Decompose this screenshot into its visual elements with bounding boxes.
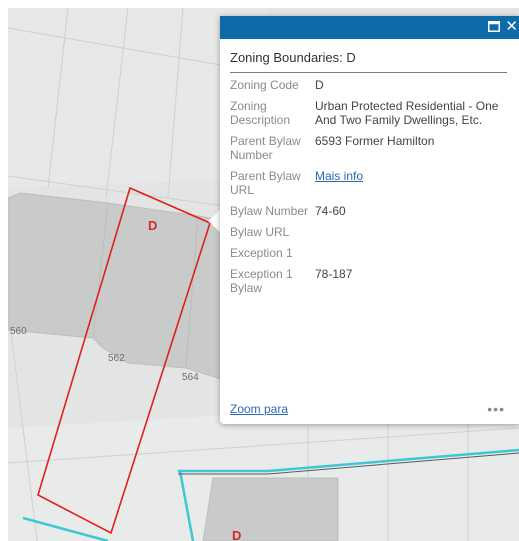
close-icon[interactable]: ✕ <box>505 19 518 35</box>
attribute-row: Parent Bylaw Number 6593 Former Hamilton <box>230 134 519 162</box>
attribute-row: Bylaw Number 74-60 <box>230 204 519 218</box>
attribute-key: Exception 1 Bylaw <box>230 267 293 295</box>
feature-popup: ✕ Zoning Boundaries: D Zoning Code D Zon… <box>220 16 519 424</box>
attribute-value: D <box>315 78 324 92</box>
attribute-key: Bylaw Number <box>230 204 309 218</box>
maximize-icon[interactable] <box>488 19 500 35</box>
attribute-row: Zoning Code D <box>230 78 519 92</box>
attribute-value <box>315 246 505 260</box>
popup-attributes: Zoning Code D Zoning Description Urban P… <box>220 73 519 295</box>
popup-title: Zoning Boundaries: D <box>230 50 507 73</box>
zone-label: D <box>148 218 158 233</box>
attribute-key: Zoning Description <box>230 99 291 127</box>
attribute-row: Exception 1 Bylaw 78-187 <box>230 267 519 295</box>
zone-label-bottom: D <box>232 528 242 541</box>
attribute-value <box>315 225 505 239</box>
attribute-key: Parent Bylaw Number <box>230 134 301 162</box>
attribute-value: 78-187 <box>315 267 353 281</box>
attribute-key: Bylaw URL <box>230 225 290 239</box>
attribute-row: Bylaw URL <box>230 225 519 239</box>
attribute-key: Exception 1 <box>230 246 293 260</box>
attribute-value: 74-60 <box>315 204 346 218</box>
attribute-value: 6593 Former Hamilton <box>315 134 435 148</box>
popup-footer: Zoom para ••• <box>230 401 505 417</box>
attribute-row: Parent Bylaw URL Mais info <box>230 169 519 197</box>
parcel-number: 562 <box>108 353 125 364</box>
more-info-link[interactable]: Mais info <box>315 169 363 183</box>
attribute-row: Zoning Description Urban Protected Resid… <box>230 99 519 127</box>
zoom-to-link[interactable]: Zoom para <box>230 402 288 416</box>
more-options-icon[interactable]: ••• <box>487 401 505 417</box>
attribute-value: Urban Protected Residential - One And Tw… <box>315 99 499 127</box>
popup-header: ✕ <box>220 16 519 39</box>
parcel-number: 560 <box>10 326 27 337</box>
attribute-key: Zoning Code <box>230 78 299 92</box>
attribute-row: Exception 1 <box>230 246 519 260</box>
parcel-number: 564 <box>182 372 199 383</box>
attribute-key: Parent Bylaw URL <box>230 169 301 197</box>
